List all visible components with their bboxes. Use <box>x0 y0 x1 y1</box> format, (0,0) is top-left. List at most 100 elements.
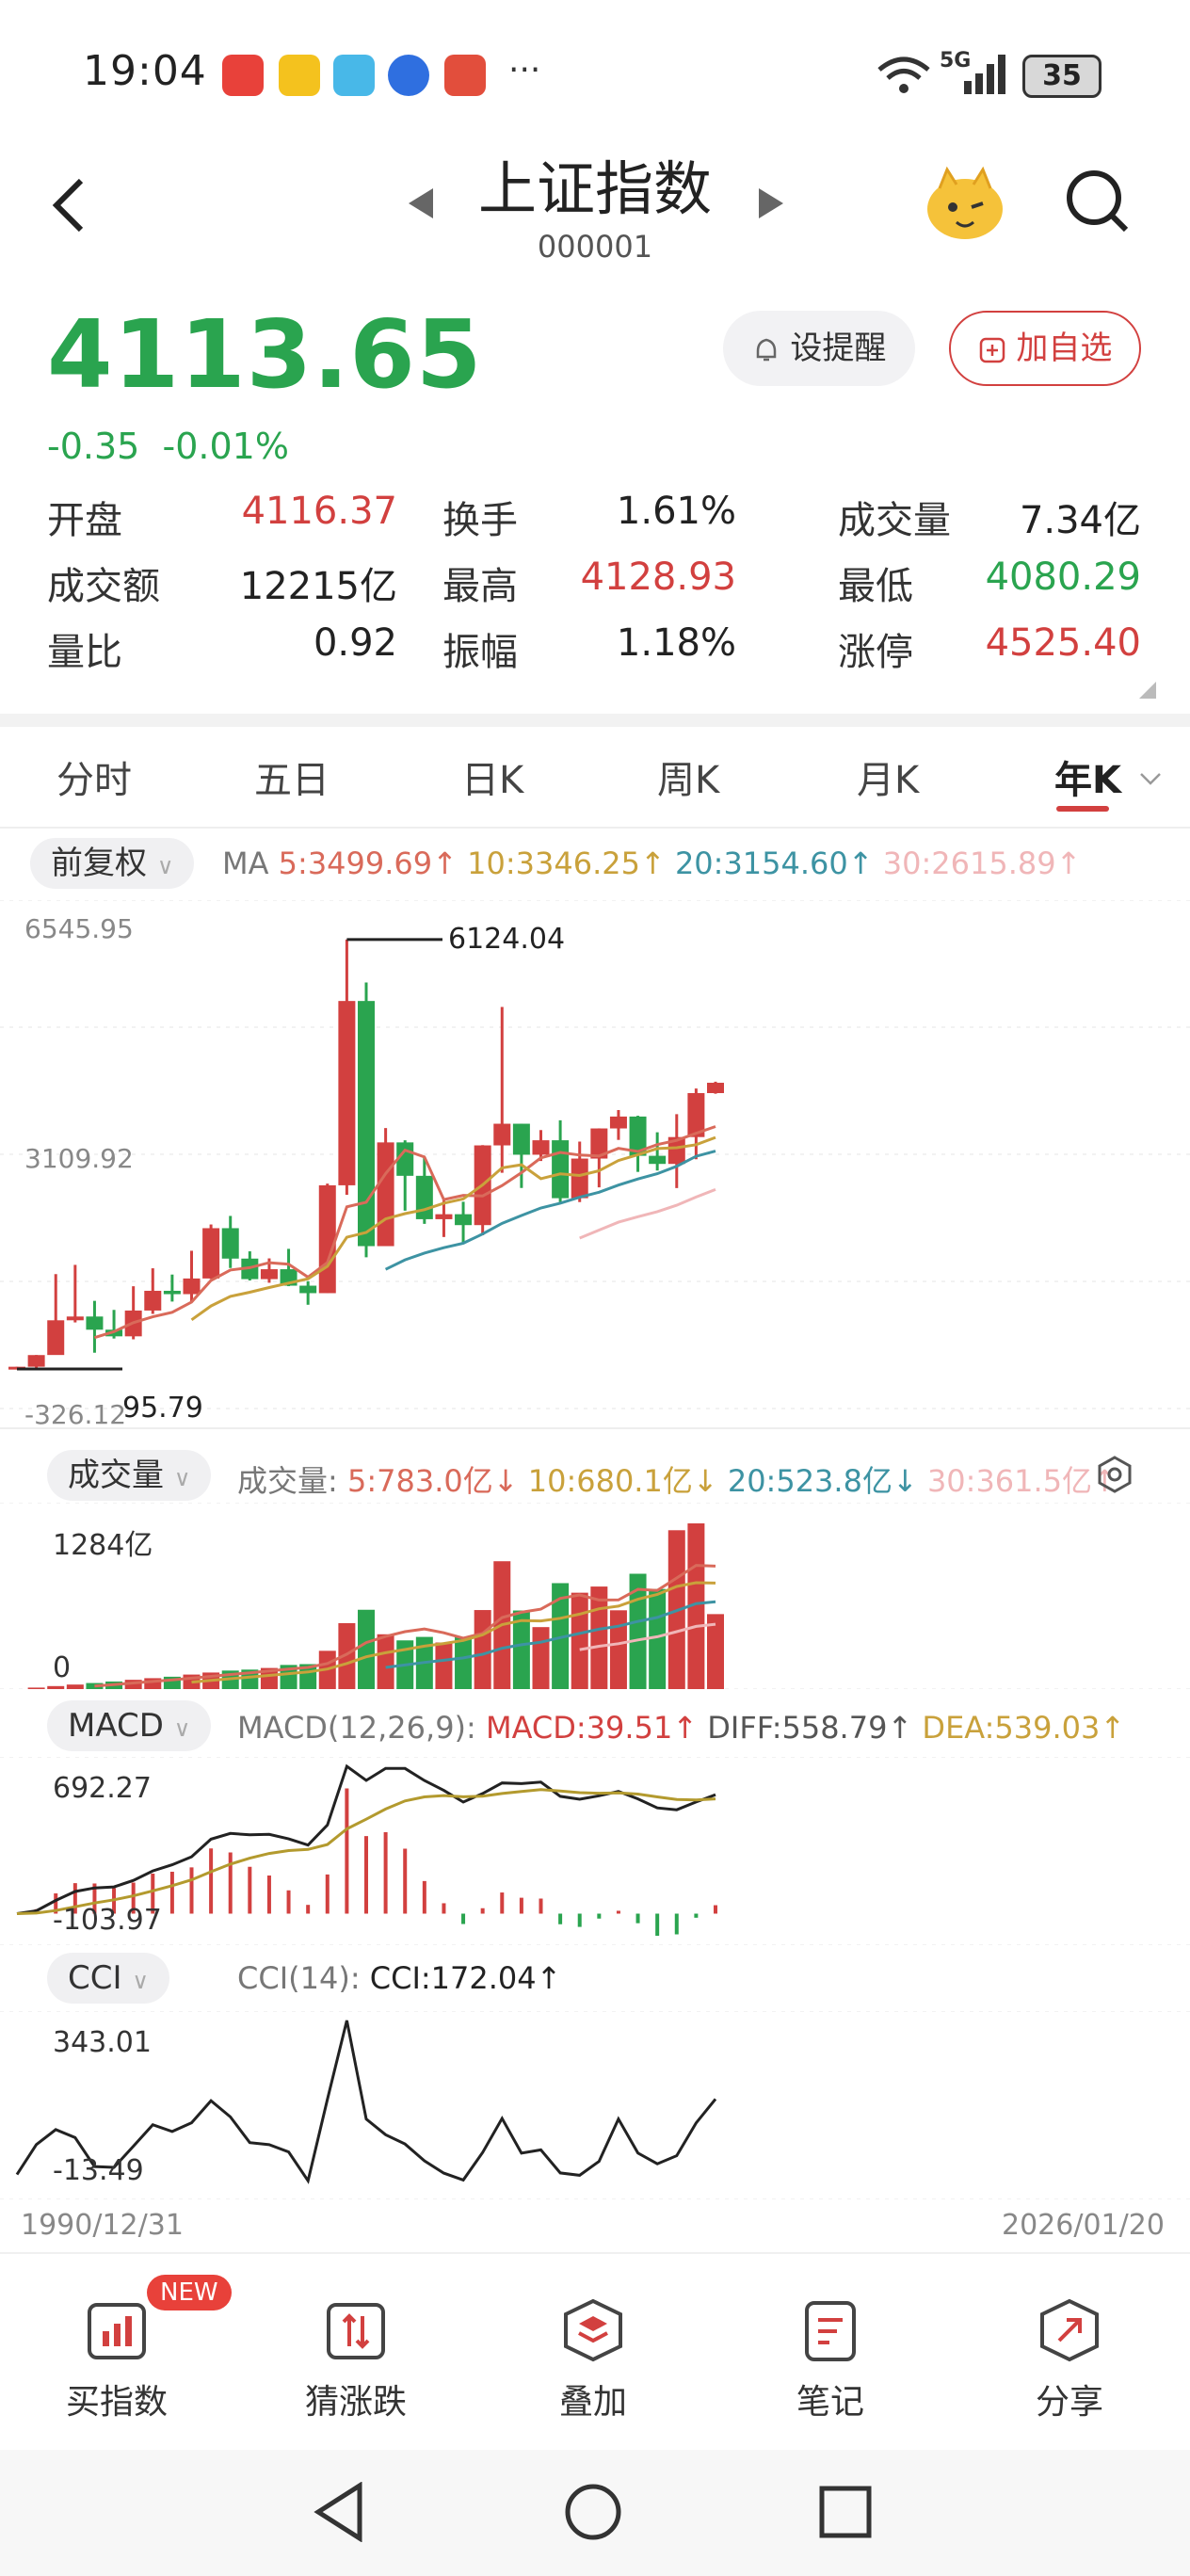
overlay-icon <box>564 2298 622 2362</box>
share-label: 分享 <box>1035 2383 1103 2422</box>
battery-icon: 35 <box>1022 55 1102 98</box>
candle-body <box>260 1269 278 1280</box>
kline-axis-mid: 3109.92 <box>24 1143 134 1174</box>
macd-value: MACD:39.51↑ <box>485 1710 699 1746</box>
system-recents-icon[interactable] <box>817 2484 874 2540</box>
tab-five-day[interactable]: 五日 <box>254 749 330 804</box>
section-divider <box>0 714 1190 727</box>
buy-index-icon <box>88 2303 146 2359</box>
search-icon[interactable] <box>1064 168 1132 235</box>
set-reminder-button[interactable]: 设提醒 <box>723 311 915 386</box>
vol30-value: 30:361.5亿↑ <box>926 1463 1118 1499</box>
more-notifications-icon: ··· <box>508 51 541 89</box>
macd-axis-top: 692.27 <box>53 1772 152 1805</box>
candle-body <box>415 1175 433 1219</box>
candle-body <box>649 1155 667 1165</box>
guess-icon <box>327 2303 385 2359</box>
chevron-down-icon: ∨ <box>132 1968 149 1994</box>
volume-axis-bottom: 0 <box>53 1651 72 1684</box>
candle-body <box>318 1184 336 1294</box>
macd-indicator-label: MACD <box>68 1707 164 1745</box>
candle-body <box>66 1316 84 1321</box>
candle-body <box>86 1316 104 1330</box>
kline-axis-bottom: -326.12 <box>24 1399 127 1430</box>
volume-bar <box>571 1592 588 1689</box>
wifi-icon <box>877 56 930 93</box>
kline-chart[interactable] <box>0 900 1190 1427</box>
index-price: 4113.65 <box>47 299 483 410</box>
tab-weekly-k[interactable]: 周K <box>657 749 719 804</box>
cci-indicator-dropdown[interactable]: CCI ∨ <box>47 1953 169 2004</box>
change-percent: -0.01% <box>162 426 289 467</box>
notes-icon <box>805 2301 856 2361</box>
candle-body <box>532 1140 550 1155</box>
candle-body <box>202 1228 220 1279</box>
share-icon <box>1040 2298 1099 2362</box>
candle-body <box>707 1083 724 1093</box>
app-notification-icon <box>444 55 486 96</box>
adjust-mode-dropdown[interactable]: 前复权 ∨ <box>30 838 195 889</box>
vol20-value: 20:523.8亿↓ <box>727 1463 918 1499</box>
macd-indicator-dropdown[interactable]: MACD ∨ <box>47 1700 212 1751</box>
volume-bar <box>590 1586 608 1689</box>
expand-corner-icon[interactable] <box>1137 680 1158 700</box>
settings-icon[interactable] <box>1094 1454 1135 1495</box>
notes-button[interactable]: 笔记 <box>755 2297 906 2423</box>
cci-indicator-label: CCI <box>68 1959 122 1997</box>
candle-body <box>144 1290 162 1311</box>
notes-label: 笔记 <box>796 2383 864 2422</box>
stat-value: 12215亿 <box>239 565 397 608</box>
volume-chart[interactable] <box>0 1503 1190 1689</box>
volume-indicator-label: 成交量 <box>68 1457 164 1494</box>
macd-chart[interactable] <box>0 1757 1190 1945</box>
candle-body <box>163 1290 181 1295</box>
app-notification-icon <box>222 55 264 96</box>
cci-legend: CCI(14): CCI:172.04↑ <box>237 1960 561 1996</box>
volume-indicator-dropdown[interactable]: 成交量 ∨ <box>47 1450 212 1501</box>
buy-index-button[interactable]: 买指数 <box>41 2297 192 2423</box>
next-index-icon[interactable] <box>755 185 787 222</box>
cci-chart[interactable] <box>0 2011 1190 2199</box>
add-watchlist-button[interactable]: 加自选 <box>949 311 1141 386</box>
new-badge: NEW <box>147 2275 232 2310</box>
candle-body <box>221 1228 239 1259</box>
page-title: 上证指数 <box>477 154 712 223</box>
volume-axis-top: 1284亿 <box>53 1529 153 1562</box>
bell-icon <box>756 338 776 361</box>
tab-intraday[interactable]: 分时 <box>56 749 132 804</box>
adjust-mode-label: 前复权 <box>51 845 147 882</box>
candle-body <box>571 1158 588 1199</box>
overlay-button[interactable]: 叠加 <box>518 2297 668 2423</box>
chevron-down-icon[interactable] <box>1139 772 1162 787</box>
system-home-icon[interactable] <box>563 2482 623 2542</box>
change-value: -0.35 <box>47 426 140 467</box>
cci-axis-top: 343.01 <box>53 2026 152 2059</box>
mascot-icon[interactable] <box>923 160 1007 245</box>
candle-body <box>299 1285 317 1294</box>
period-tabs: 分时 五日 日K 周K 月K 年K <box>0 727 1190 829</box>
kline-low-label: 95.79 <box>122 1392 203 1425</box>
system-back-icon[interactable] <box>311 2482 367 2542</box>
dea-value: DEA:539.03↑ <box>922 1710 1126 1746</box>
date-end: 2026/01/20 <box>1002 2209 1165 2242</box>
tab-daily-k[interactable]: 日K <box>461 749 523 804</box>
tab-yearly-k[interactable]: 年K <box>1054 749 1121 804</box>
guess-button[interactable]: 猜涨跌 <box>281 2297 431 2423</box>
ma-label: MA <box>222 845 269 881</box>
plus-square-icon <box>979 337 1005 362</box>
ma-legend: MA 5:3499.69↑ 10:3346.25↑ 20:3154.60↑ 30… <box>222 845 1081 881</box>
share-button[interactable]: 分享 <box>994 2297 1145 2423</box>
tab-monthly-k[interactable]: 月K <box>857 749 919 804</box>
candle-body <box>552 1140 570 1199</box>
candle-body <box>377 1142 394 1247</box>
macd-params: MACD(12,26,9): <box>237 1710 476 1746</box>
ma30-line <box>579 1188 716 1240</box>
stat-value: 1.18% <box>616 621 736 665</box>
date-start: 1990/12/31 <box>21 2209 184 2242</box>
overlay-label: 叠加 <box>558 2383 627 2422</box>
candle-body <box>435 1214 453 1219</box>
chevron-down-icon: ∨ <box>173 1715 191 1742</box>
status-bar: 19:04 ··· 5G 35 <box>0 0 1190 141</box>
ma10-value: 10:3346.25↑ <box>467 845 666 881</box>
cci-axis-bottom: -13.49 <box>53 2154 144 2187</box>
